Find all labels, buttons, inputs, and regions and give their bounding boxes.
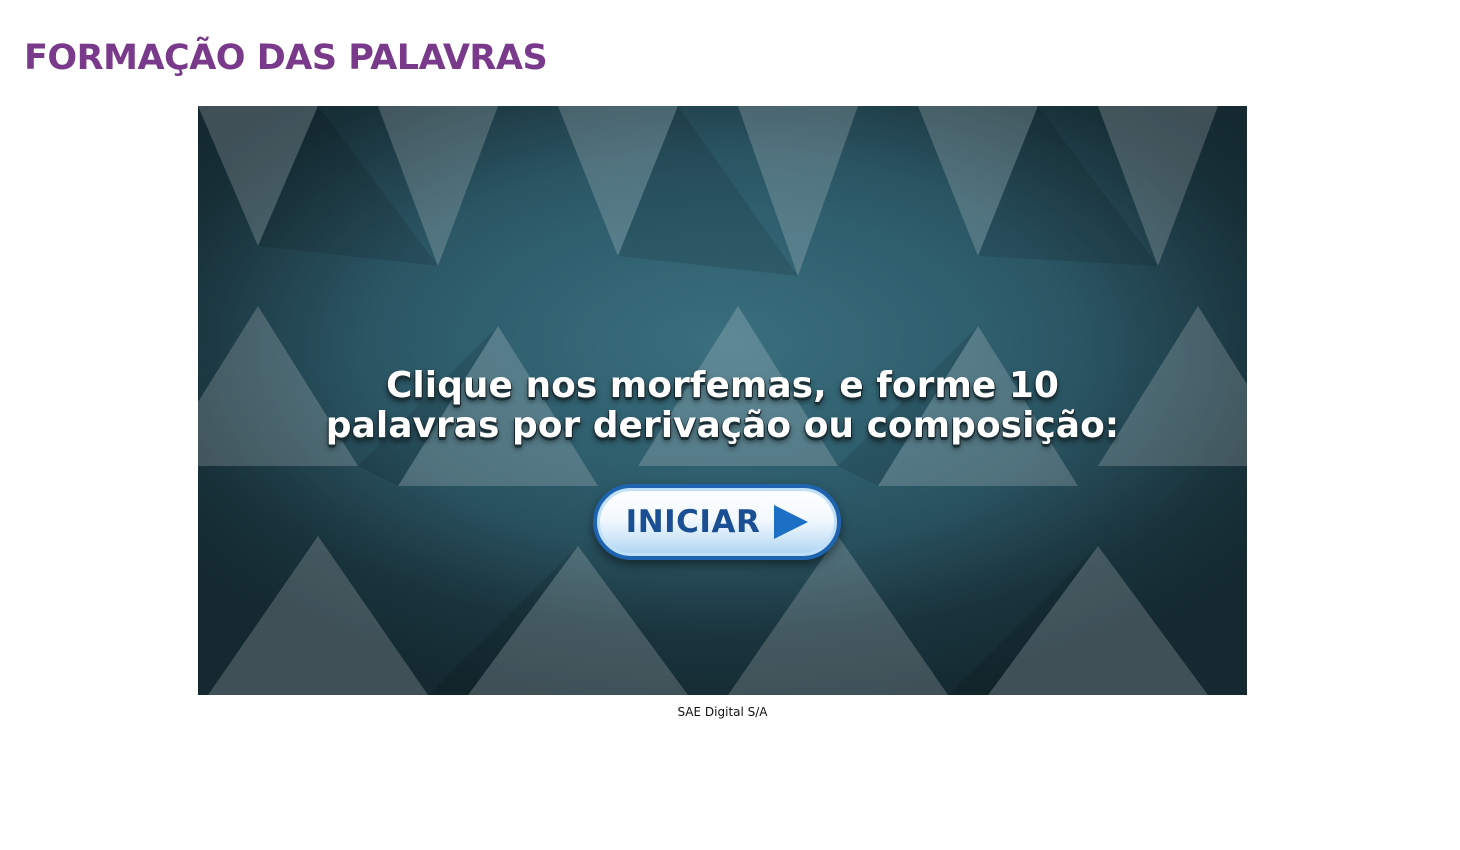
game-frame[interactable]: Clique nos morfemas, e forme 10 palavras… — [198, 106, 1247, 695]
copyright-caption: SAE Digital S/A — [677, 705, 768, 719]
page-title: FORMAÇÃO DAS PALAVRAS — [24, 38, 548, 78]
start-button-label: INICIAR — [625, 504, 761, 540]
play-arrow-icon — [774, 505, 809, 539]
start-button[interactable]: INICIAR — [593, 484, 841, 560]
instruction-text: Clique nos morfemas, e forme 10 palavras… — [198, 366, 1247, 446]
instruction-line-2: palavras por derivação ou composição: — [325, 405, 1120, 446]
instruction-line-1: Clique nos morfemas, e forme 10 — [386, 365, 1059, 406]
